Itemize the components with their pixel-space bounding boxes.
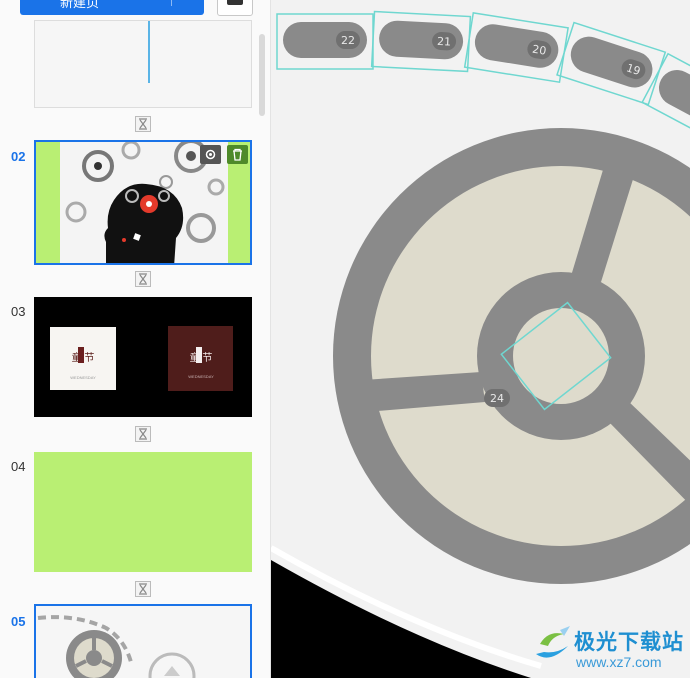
watermark-url: www.xz7.com [576,654,662,670]
slide-thumbnail-01[interactable] [34,20,252,108]
svg-text:22: 22 [341,34,355,47]
slide-number: 02 [11,149,26,164]
badge-24[interactable]: 24 [484,389,510,407]
wheel-graphic: 22 21 20 19 24 [271,10,690,678]
camera-button[interactable] [217,0,253,16]
capsule-20[interactable]: 20 [463,12,569,84]
brand-logo [536,626,570,658]
capsule-22[interactable]: 22 [276,13,374,70]
svg-text:21: 21 [437,35,452,49]
split-divider [171,0,172,6]
new-slide-label: 新建页 [60,0,100,10]
slide-transition-icon[interactable] [135,426,151,442]
new-slide-button[interactable]: 新建页 [20,0,204,15]
slide-line-shape [148,21,150,83]
slide-number: 05 [11,614,26,629]
camera-icon [227,0,243,5]
slide-transition-icon[interactable] [135,116,151,132]
wheel-image [37,615,196,678]
capsule-19[interactable]: 19 [556,21,667,106]
svg-text:20: 20 [531,43,547,58]
slide-canvas[interactable]: 22 21 20 19 24 [271,0,690,678]
card-subtitle: WEDNESDAY [70,375,96,380]
slide-settings-button[interactable] [200,145,221,164]
slide-thumbnail-03[interactable]: 童 节 WEDNESDAY 童 节 WEDNESDAY [34,297,252,417]
watermark: 极光下载站 www.xz7.com [510,618,690,678]
gear-icon [205,149,216,160]
trash-icon [233,148,242,161]
slide-panel: 新建页 02 03 童 节 WEDNESDAY 童 节 WEDNESDAY 04… [0,0,271,678]
slide-thumbnail-02[interactable] [34,140,252,265]
card-subtitle: WEDNESDAY [188,374,214,379]
slide-delete-button[interactable] [227,145,248,164]
slide-transition-icon[interactable] [135,271,151,287]
watermark-brand: 极光下载站 [574,631,684,654]
slide-number: 04 [11,459,26,474]
svg-text:24: 24 [490,392,504,405]
capsule-21[interactable]: 21 [370,10,472,73]
door-shape [196,347,202,363]
door-shape [78,347,84,363]
scrollbar[interactable] [259,34,265,116]
slide-number: 03 [11,304,26,319]
door-card-dark: 童 节 WEDNESDAY [168,326,233,391]
door-card-light: 童 节 WEDNESDAY [50,327,116,390]
slide-thumbnail-04[interactable] [34,452,252,572]
slide-transition-icon[interactable] [135,581,151,597]
slide-thumbnail-05[interactable] [34,604,252,678]
